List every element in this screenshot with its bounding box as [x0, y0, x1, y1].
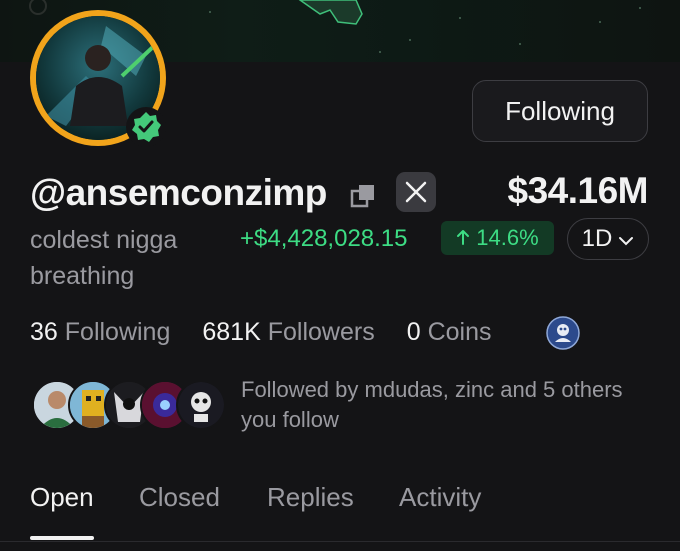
arrow-up-icon: [456, 225, 470, 251]
mutual-followers-avatars[interactable]: [32, 380, 226, 430]
pnl-percent: 14.6%: [476, 225, 539, 250]
following-label: Following: [64, 318, 171, 346]
x-logo-icon[interactable]: [396, 172, 436, 212]
followers-count: 681K: [202, 318, 261, 346]
profile-stats: 36 Following 681K Followers 0 Coins: [30, 318, 491, 347]
chevron-down-icon: [618, 225, 634, 253]
followers-label: Followers: [267, 318, 375, 346]
coins-label: Coins: [427, 318, 492, 346]
pnl-percent-badge: 14.6%: [441, 221, 554, 255]
avatar: [176, 380, 226, 430]
copy-icon[interactable]: [350, 182, 378, 210]
coins-count: 0: [406, 318, 421, 346]
active-tab-indicator: [30, 536, 94, 540]
following-button[interactable]: Following: [472, 80, 648, 142]
portfolio-balance: $34.16M: [507, 170, 649, 211]
verified-badge-icon: [126, 107, 166, 147]
profile-handle: @ansemconzimp: [30, 172, 327, 213]
tab-closed[interactable]: Closed: [139, 482, 220, 513]
period-label: 1D: [581, 225, 613, 252]
period-selector[interactable]: 1D: [567, 218, 649, 260]
profile-bio: coldest nigga breathing: [30, 226, 178, 290]
tab-activity[interactable]: Activity: [399, 482, 481, 513]
tabs-divider: [0, 541, 680, 542]
tab-replies[interactable]: Replies: [267, 482, 354, 513]
followers-stat[interactable]: 681K Followers: [202, 318, 374, 347]
coins-stat[interactable]: 0 Coins: [407, 318, 492, 347]
tab-open[interactable]: Open: [30, 482, 94, 513]
pnl-value: +$4,428,028.15: [240, 225, 408, 252]
following-stat[interactable]: 36 Following: [30, 318, 170, 347]
followed-by-text[interactable]: Followed by mdudas, zinc and 5 others yo…: [241, 375, 651, 435]
following-count: 36: [30, 318, 58, 346]
coin-icon[interactable]: [546, 316, 580, 350]
